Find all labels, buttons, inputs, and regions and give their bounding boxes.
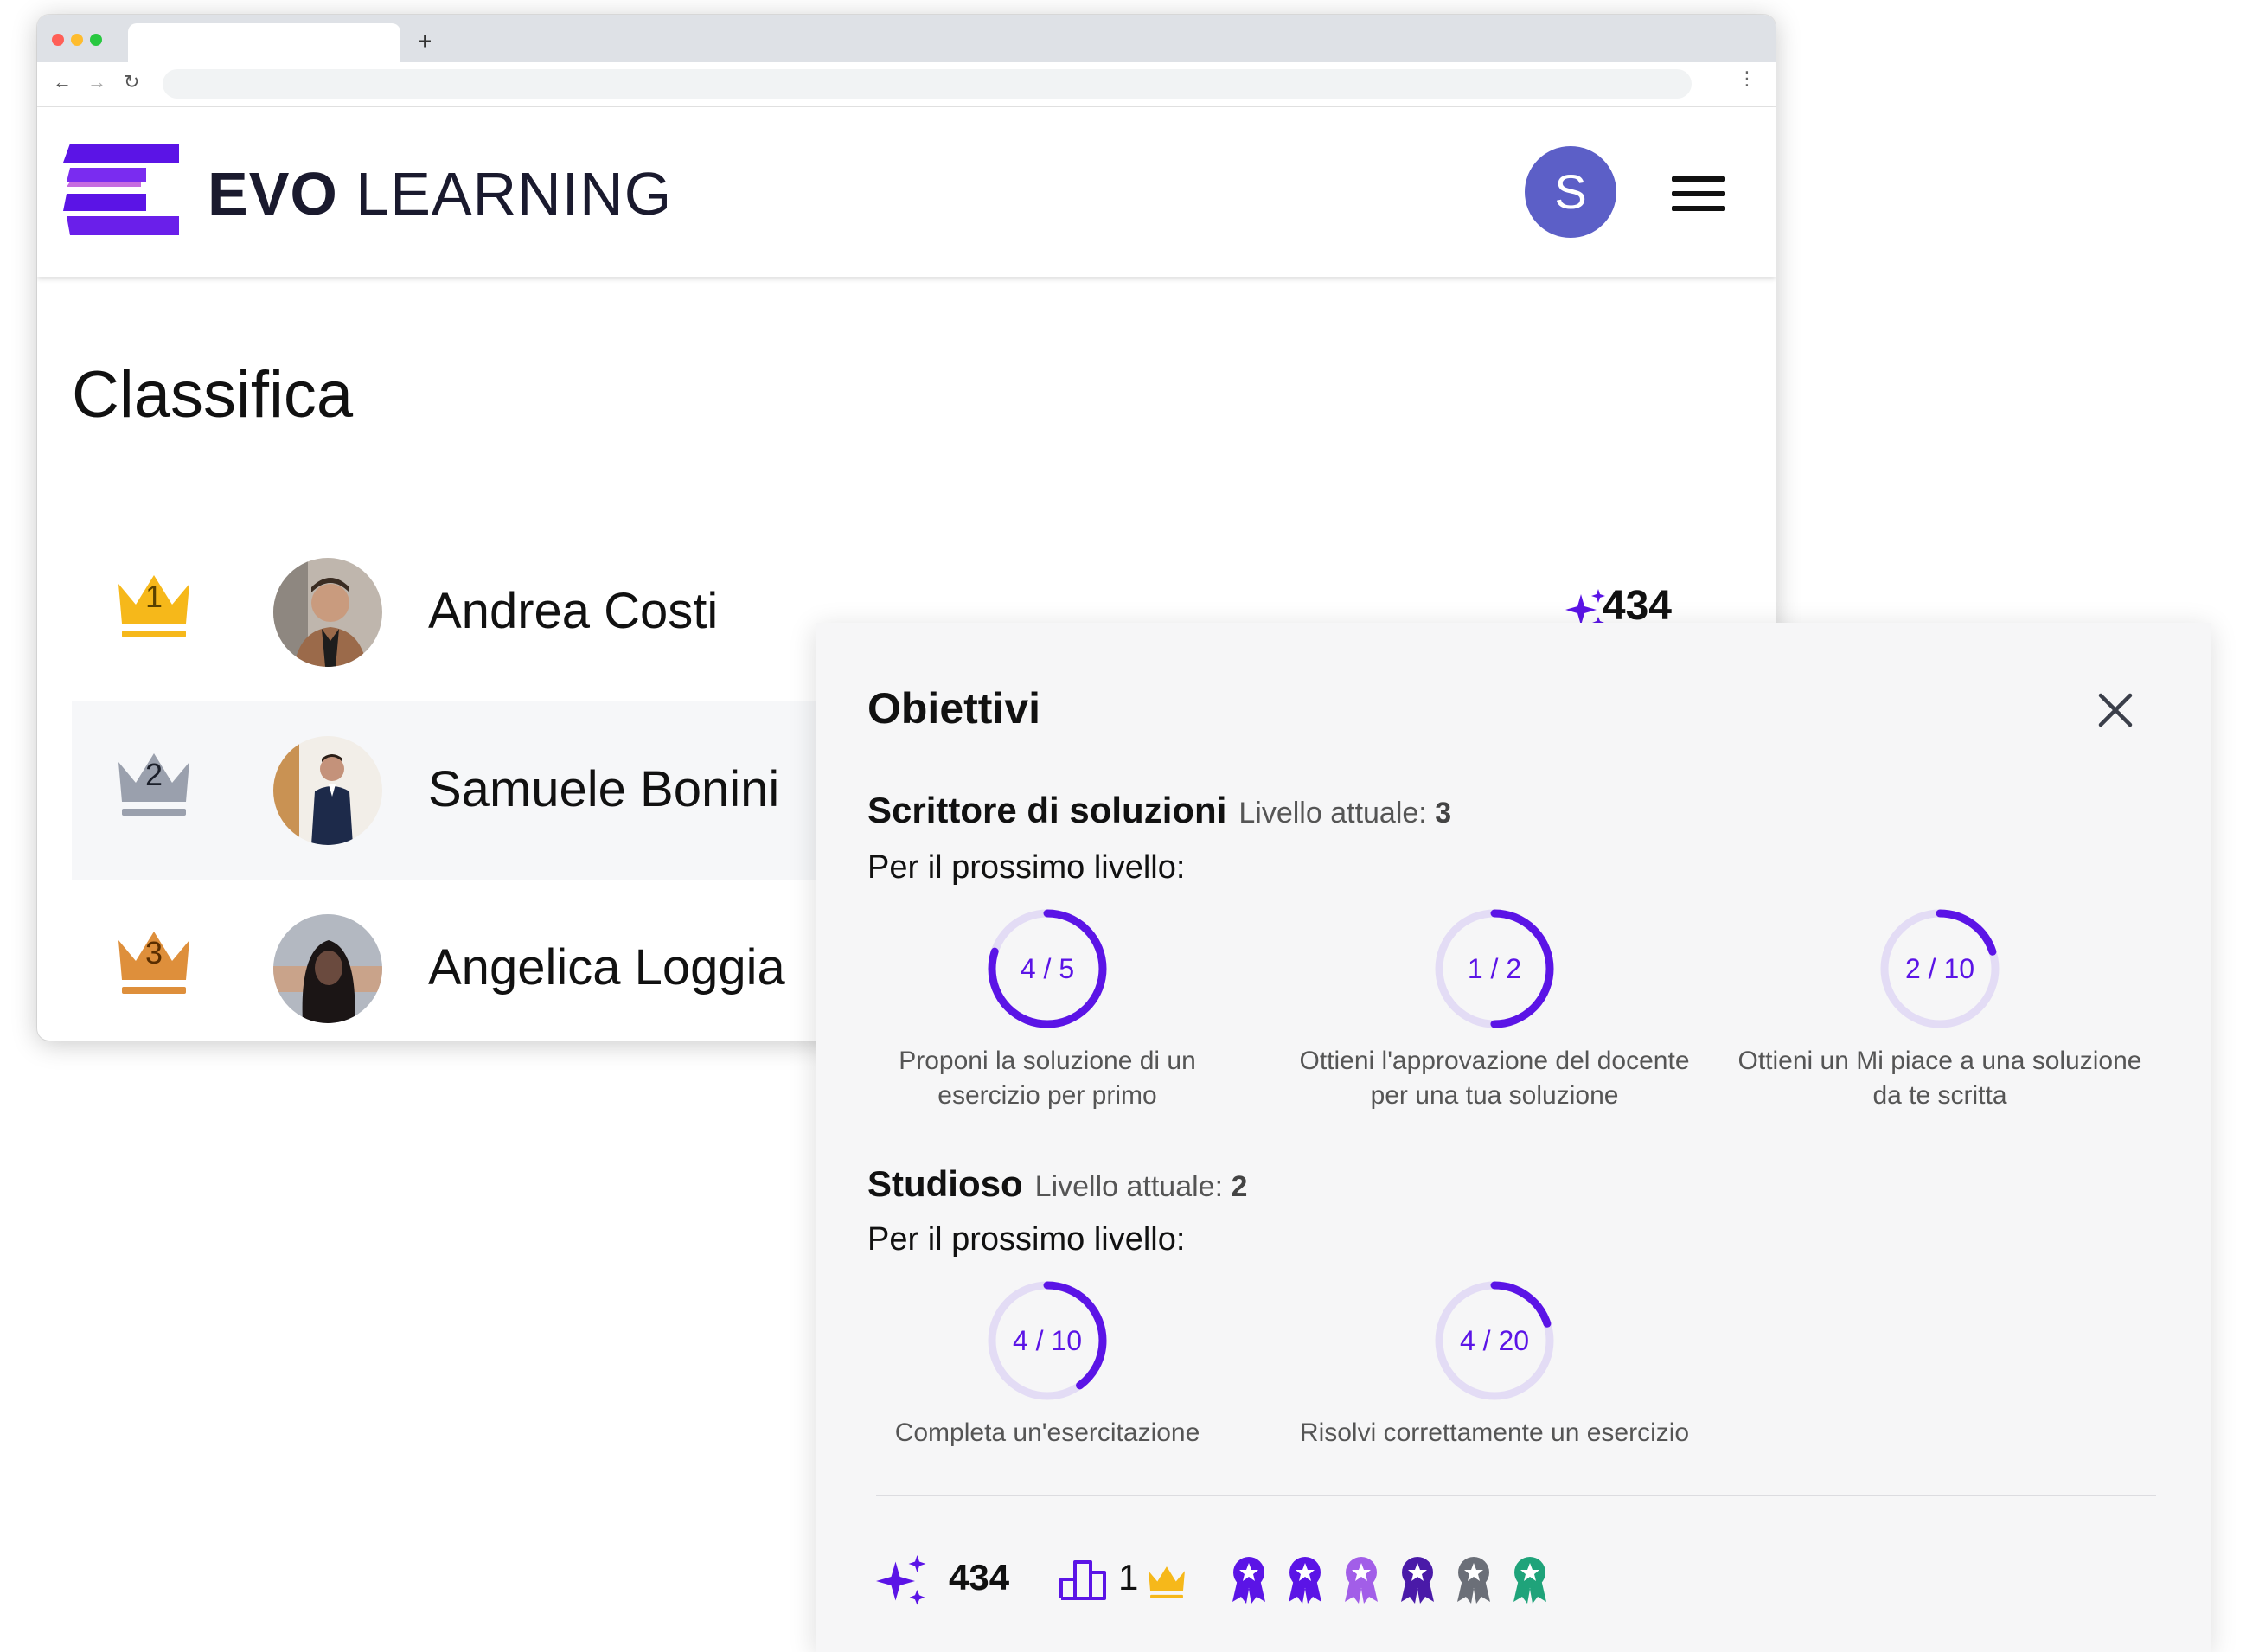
rank-number: 3 — [144, 935, 163, 970]
rank-number: 2 — [144, 757, 163, 792]
forward-icon[interactable]: → — [87, 69, 106, 95]
new-tab-button[interactable]: + — [418, 27, 432, 56]
browser-menu-icon[interactable]: ⋮ — [1737, 67, 1756, 90]
app-header: EVO LEARNING S — [37, 107, 1776, 277]
panel-title: Obiettivi — [867, 684, 1041, 733]
window-minimize-dot[interactable] — [71, 34, 83, 46]
next-level-label: Per il prossimo livello: — [867, 1221, 1186, 1258]
address-bar[interactable] — [163, 69, 1692, 99]
section-name: Studioso — [867, 1163, 1023, 1204]
avatar[interactable] — [273, 736, 382, 845]
goal-label: Risolvi correttamente un esercizio — [1299, 1418, 1690, 1447]
user-avatar[interactable]: S — [1525, 146, 1616, 238]
close-icon[interactable] — [2096, 690, 2135, 730]
page-title: Classifica — [72, 358, 354, 432]
progress-text: 4 / 20 — [1460, 1325, 1529, 1356]
rank-number: 1 — [144, 579, 163, 614]
ribbon-badge-icon[interactable] — [1401, 1557, 1434, 1604]
goal-item: 4 / 10 Completa un'esercitazione — [840, 1276, 1255, 1450]
reload-icon[interactable]: ↻ — [124, 69, 139, 95]
ribbon-badge-icon[interactable] — [1513, 1557, 1546, 1604]
avatar[interactable] — [273, 558, 382, 667]
progress-ring: 4 / 20 — [1435, 1281, 1554, 1400]
back-icon[interactable]: ← — [53, 69, 72, 95]
progress-text: 1 / 2 — [1468, 953, 1521, 984]
progress-ring: 4 / 10 — [988, 1281, 1107, 1400]
ribbon-badge-icon[interactable] — [1457, 1557, 1490, 1604]
brand-wordmark[interactable]: EVO LEARNING — [208, 159, 672, 228]
window-maximize-dot[interactable] — [90, 34, 102, 46]
avatar[interactable] — [273, 914, 382, 1023]
progress-text: 4 / 10 — [1013, 1325, 1082, 1356]
objectives-panel: Obiettivi Scrittore di soluzioni Livello … — [816, 623, 2211, 1652]
progress-ring: 2 / 10 — [1880, 909, 2000, 1028]
progress-text: 2 / 10 — [1905, 953, 1974, 984]
window-close-dot[interactable] — [52, 34, 64, 46]
goal-label: Proponi la soluzione di un esercizio per … — [899, 1047, 1196, 1110]
rank-value: 1 — [1118, 1557, 1139, 1598]
leaderboard-name: Angelica Loggia — [428, 939, 785, 996]
leaderboard-name: Samuele Bonini — [428, 761, 780, 817]
ribbon-badge-icon[interactable] — [1289, 1557, 1321, 1604]
podium-icon — [1059, 1560, 1106, 1600]
goal-label: Ottieni l'approvazione del docente per un… — [1299, 1047, 1690, 1110]
section-title: Scrittore di soluzioni Livello attuale: 3 — [867, 790, 1451, 831]
brand-bold-text: EVO — [208, 160, 338, 227]
brand-light-text: LEARNING — [355, 160, 673, 227]
leaderboard-name: Andrea Costi — [428, 583, 719, 639]
progress-ring: 1 / 2 — [1435, 909, 1554, 1028]
badges-row — [1232, 1557, 1546, 1604]
browser-tabstrip: + — [37, 15, 1776, 62]
crown-icon — [1149, 1566, 1185, 1598]
browser-toolbar: ← → ↻ ⋮ — [37, 62, 1776, 107]
sparkle-icon — [876, 1555, 926, 1605]
hamburger-icon[interactable] — [1672, 176, 1725, 211]
current-level: Livello attuale: 2 — [1034, 1170, 1248, 1203]
goal-label: Ottieni un Mi piace a una soluzione da te… — [1737, 1047, 2142, 1110]
ribbon-badge-icon[interactable] — [1345, 1557, 1378, 1604]
section-name: Scrittore di soluzioni — [867, 790, 1227, 830]
user-stats-bar: 434 1 — [876, 1548, 2173, 1609]
ribbon-badge-icon[interactable] — [1232, 1557, 1265, 1604]
points-value: 434 — [949, 1557, 1010, 1598]
divider — [876, 1495, 2156, 1496]
goal-item: 4 / 5 Proponi la soluzione di un esercizi… — [840, 904, 1255, 1113]
goal-item: 4 / 20 Risolvi correttamente un esercizi… — [1287, 1276, 1702, 1450]
goal-item: 2 / 10 Ottieni un Mi piace a una soluzio… — [1732, 904, 2147, 1113]
next-level-label: Per il prossimo livello: — [867, 849, 1186, 886]
goal-label: Completa un'esercitazione — [894, 1418, 1200, 1447]
progress-text: 4 / 5 — [1021, 953, 1074, 984]
section-title: Studioso Livello attuale: 2 — [867, 1163, 1247, 1205]
current-level: Livello attuale: 3 — [1238, 797, 1452, 829]
browser-tab[interactable] — [128, 23, 400, 62]
evo-logo-icon[interactable] — [63, 144, 179, 235]
goal-item: 1 / 2 Ottieni l'approvazione del docente… — [1287, 904, 1702, 1113]
progress-ring: 4 / 5 — [988, 909, 1107, 1028]
